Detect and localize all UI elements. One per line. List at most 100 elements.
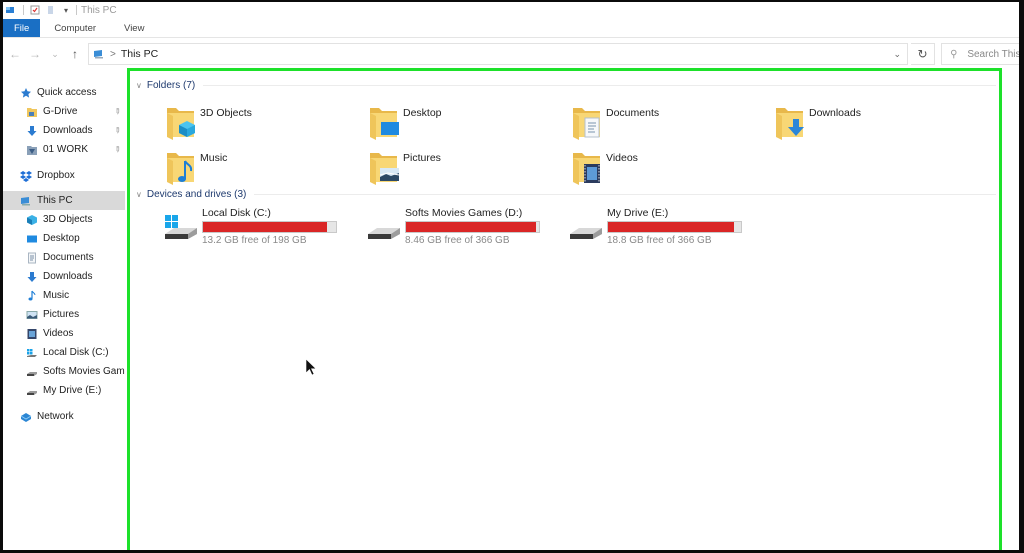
document-folder-icon bbox=[573, 108, 600, 140]
sidebar-item-this-pc[interactable]: This PC bbox=[3, 191, 125, 210]
sidebar-item-documents[interactable]: Documents bbox=[3, 248, 125, 267]
folder-item-desktop[interactable]: Desktop bbox=[367, 104, 567, 148]
collapse-chevron-icon[interactable]: ∨ bbox=[136, 190, 142, 199]
folder-name: Music bbox=[200, 152, 228, 164]
pin-icon[interactable]: ✎ bbox=[112, 106, 123, 117]
back-button[interactable]: ← bbox=[5, 47, 25, 61]
sidebar-item-label: Videos bbox=[43, 328, 74, 339]
title-bar: ▾ This PC bbox=[3, 2, 1019, 18]
customize-dropdown-icon[interactable]: ▾ bbox=[64, 6, 68, 15]
search-input[interactable]: ⚲ Search This PC bbox=[941, 43, 1019, 65]
cube-folder-icon bbox=[167, 108, 195, 140]
recent-locations-button[interactable]: ⌄ bbox=[45, 49, 65, 60]
address-dropdown-icon[interactable]: ⌄ bbox=[893, 49, 901, 60]
title-divider bbox=[76, 5, 78, 15]
sidebar-item-my-drive-e[interactable]: My Drive (E:) bbox=[3, 381, 125, 400]
tab-file[interactable]: File bbox=[3, 19, 41, 37]
tab-computer[interactable]: Computer bbox=[40, 19, 110, 37]
windows-drive-icon bbox=[165, 215, 197, 239]
navigation-bar: ← → ⌄ ↑ > This PC ⌄ ↻ ⚲ Search This PC bbox=[3, 40, 1019, 68]
folder-item-documents[interactable]: Documents bbox=[570, 104, 770, 148]
drive-free-space: 8.46 GB free of 366 GB bbox=[405, 235, 510, 246]
ribbon-tabs: File Computer View bbox=[3, 19, 1019, 38]
drive-usage-fill bbox=[608, 222, 735, 232]
folder-name: Documents bbox=[606, 107, 660, 119]
up-button[interactable]: ↑ bbox=[65, 47, 85, 61]
folders-group-header[interactable]: ∨ Folders (7) bbox=[136, 80, 996, 91]
file-explorer-window: ▾ This PC File Computer View ← → ⌄ ↑ > T… bbox=[3, 2, 1019, 550]
folder-name: 3D Objects bbox=[200, 107, 252, 119]
sidebar-item-music[interactable]: Music bbox=[3, 286, 125, 305]
drive-usage-bar bbox=[405, 221, 540, 233]
desktop-icon bbox=[26, 233, 38, 245]
sidebar-item-label: Music bbox=[43, 290, 70, 301]
breadcrumb-separator[interactable]: > bbox=[110, 49, 116, 60]
window-title: This PC bbox=[81, 4, 117, 16]
sidebar-item-network[interactable]: Network bbox=[3, 407, 125, 426]
sidebar-item-pictures[interactable]: Pictures bbox=[3, 305, 125, 324]
desktop-folder-icon bbox=[370, 108, 399, 140]
collapse-chevron-icon[interactable]: ∨ bbox=[136, 81, 142, 90]
pin-icon[interactable]: ✎ bbox=[112, 144, 123, 155]
sidebar-item-label: Dropbox bbox=[37, 170, 75, 181]
sidebar-item-dropbox[interactable]: Dropbox bbox=[3, 166, 125, 185]
drive-item[interactable]: Local Disk (C:) 13.2 GB free of 198 GB bbox=[163, 207, 353, 247]
sidebar-item-g-drive[interactable]: G-Drive ✎ bbox=[3, 102, 125, 121]
video-folder-icon bbox=[573, 153, 600, 185]
sidebar-item-01-work[interactable]: 01 WORK ✎ bbox=[3, 140, 125, 159]
sidebar-item-label: 01 WORK bbox=[43, 144, 89, 155]
forward-button[interactable]: → bbox=[25, 47, 45, 61]
sidebar-item-desktop[interactable]: Desktop bbox=[3, 229, 125, 248]
drive-name: Softs Movies Games (D:) bbox=[405, 207, 523, 219]
folder-name: Videos bbox=[606, 152, 638, 164]
network-icon bbox=[20, 411, 32, 423]
sidebar-item-softs-movies-games-d[interactable]: Softs Movies Games (D:) bbox=[3, 362, 125, 381]
drive-free-space: 13.2 GB free of 198 GB bbox=[202, 235, 307, 246]
sidebar-item-label: My Drive (E:) bbox=[43, 385, 102, 396]
folder-item-pictures[interactable]: Pictures bbox=[367, 149, 567, 193]
sidebar-item-label: G-Drive bbox=[43, 106, 78, 117]
this-pc-icon bbox=[94, 50, 103, 59]
group-divider bbox=[254, 194, 996, 195]
sidebar-item-label: Local Disk (C:) bbox=[43, 347, 109, 358]
properties-icon[interactable] bbox=[30, 5, 40, 15]
download-icon bbox=[26, 271, 38, 283]
breadcrumb-this-pc[interactable]: This PC bbox=[121, 48, 158, 60]
sidebar-item-label: Softs Movies Games (D:) bbox=[43, 366, 125, 377]
address-bar[interactable]: > This PC ⌄ bbox=[88, 43, 908, 65]
folder-item-downloads[interactable]: Downloads bbox=[773, 104, 973, 148]
music-icon bbox=[26, 290, 38, 302]
pin-icon[interactable]: ✎ bbox=[112, 125, 123, 136]
search-placeholder: Search This PC bbox=[967, 48, 1019, 60]
drive-item[interactable]: My Drive (E:) 18.8 GB free of 366 GB bbox=[568, 207, 758, 247]
sidebar-item-downloads[interactable]: Downloads bbox=[3, 267, 125, 286]
sidebar-item-local-disk-c[interactable]: Local Disk (C:) bbox=[3, 343, 125, 362]
drive-icon bbox=[26, 385, 38, 397]
dropbox-icon bbox=[20, 170, 32, 182]
refresh-button[interactable]: ↻ bbox=[911, 43, 935, 65]
sidebar-item-downloads[interactable]: Downloads ✎ bbox=[3, 121, 125, 140]
windows-drive-icon bbox=[26, 347, 38, 359]
new-folder-icon[interactable] bbox=[46, 5, 56, 15]
sidebar-item-3d-objects[interactable]: 3D Objects bbox=[3, 210, 125, 229]
sidebar-item-label: Pictures bbox=[43, 309, 80, 320]
picture-icon bbox=[26, 309, 38, 321]
drive-usage-bar bbox=[202, 221, 337, 233]
drive-item[interactable]: Softs Movies Games (D:) 8.46 GB free of 3… bbox=[366, 207, 556, 247]
video-icon bbox=[26, 328, 38, 340]
folder-item-3d-objects[interactable]: 3D Objects bbox=[164, 104, 364, 148]
sidebar-item-label: Desktop bbox=[43, 233, 80, 244]
drive-usage-bar bbox=[607, 221, 742, 233]
folder-icon bbox=[26, 106, 38, 118]
sidebar-item-videos[interactable]: Videos bbox=[3, 324, 125, 343]
sidebar-item-quick-access[interactable]: Quick access bbox=[3, 83, 125, 102]
folder-item-videos[interactable]: Videos bbox=[570, 149, 770, 193]
download-icon bbox=[26, 125, 38, 137]
folder-item-music[interactable]: Music bbox=[164, 149, 364, 193]
explorer-icon[interactable] bbox=[5, 5, 15, 15]
music-folder-icon bbox=[167, 153, 194, 185]
sidebar-item-label: Downloads bbox=[43, 125, 93, 136]
tab-view[interactable]: View bbox=[110, 19, 158, 37]
drive-usage-fill bbox=[203, 222, 328, 232]
toolbar-divider bbox=[23, 5, 24, 15]
